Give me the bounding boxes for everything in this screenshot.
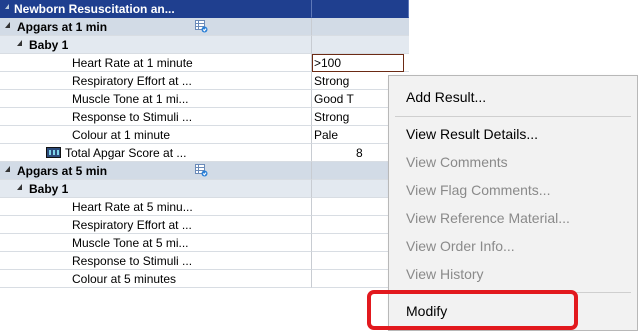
baby-row[interactable]: Baby 1 [0,180,409,198]
result-row-colour-5-min[interactable]: Colour at 5 minutes [0,270,409,288]
result-row-muscle-tone-5-min[interactable]: Muscle Tone at 5 mi... [0,234,409,252]
menu-item-view-reference-material: View Reference Material... [406,210,570,226]
baby-row[interactable]: Baby 1 [0,36,409,54]
result-row-total-apgar-1-min[interactable]: Total Apgar Score at ... 8 [0,144,409,162]
result-row-response-to-stimuli-5-min[interactable]: Response to Stimuli ... [0,252,409,270]
calculator-icon [46,147,61,158]
collapse-triangle-icon[interactable] [5,4,9,9]
grid-picker-icon[interactable] [195,164,208,177]
results-grid: Newborn Resuscitation an... Apgars at 1 … [0,0,409,331]
menu-item-view-order-info: View Order Info... [406,238,515,254]
result-row-respiratory-effort-1-min[interactable]: Respiratory Effort at ... Strong [0,72,409,90]
result-label: Response to Stimuli ... [72,254,193,268]
group-label: Apgars at 5 min [17,164,108,178]
result-row-respiratory-effort-5-min[interactable]: Respiratory Effort at ... [0,216,409,234]
result-row-heart-rate-1-min[interactable]: Heart Rate at 1 minute >100 [0,54,409,72]
selected-cell-outline [312,54,404,72]
result-value: 8 [356,146,363,160]
result-label: Heart Rate at 5 minu... [72,200,193,214]
result-row-heart-rate-5-min[interactable]: Heart Rate at 5 minu... [0,198,409,216]
menu-item-view-history: View History [406,266,484,282]
result-row-colour-1-min[interactable]: Colour at 1 minute Pale [0,126,409,144]
group-label: Apgars at 1 min [17,20,108,34]
result-label: Respiratory Effort at ... [72,218,192,232]
section-header-row[interactable]: Newborn Resuscitation an... [0,0,409,18]
result-label: Response to Stimuli ... [72,110,193,124]
grid-picker-icon[interactable] [195,20,208,33]
result-label: Heart Rate at 1 minute [72,56,193,70]
result-label: Respiratory Effort at ... [72,74,192,88]
menu-item-add-result[interactable]: Add Result... [406,88,486,106]
result-row-muscle-tone-1-min[interactable]: Muscle Tone at 1 mi... Good T [0,90,409,108]
menu-item-view-flag-comments: View Flag Comments... [406,182,551,198]
modify-highlight-box [367,290,578,330]
result-label: Muscle Tone at 1 mi... [72,92,189,106]
result-row-response-to-stimuli-1-min[interactable]: Response to Stimuli ... Strong [0,108,409,126]
result-value: Strong [314,74,350,88]
collapse-triangle-icon[interactable] [17,184,22,190]
result-label: Colour at 5 minutes [72,272,177,286]
group-row-apgars-5-min[interactable]: Apgars at 5 min [0,162,409,180]
group-row-apgars-1-min[interactable]: Apgars at 1 min [0,18,409,36]
menu-item-view-comments: View Comments [406,154,508,170]
collapse-triangle-icon[interactable] [17,40,22,46]
collapse-triangle-icon[interactable] [5,166,10,172]
baby-label: Baby 1 [29,38,69,52]
baby-label: Baby 1 [29,182,69,196]
menu-separator [395,116,631,117]
collapse-triangle-icon[interactable] [5,22,10,28]
section-header-value-cell [312,0,409,18]
section-title: Newborn Resuscitation an... [14,2,175,16]
result-value: Good T [314,92,354,106]
result-label: Total Apgar Score at ... [65,146,187,160]
result-value: Pale [314,128,339,142]
result-value: Strong [314,110,350,124]
result-label: Colour at 1 minute [72,128,171,142]
result-label: Muscle Tone at 5 mi... [72,236,189,250]
menu-item-view-result-details[interactable]: View Result Details... [406,125,538,143]
